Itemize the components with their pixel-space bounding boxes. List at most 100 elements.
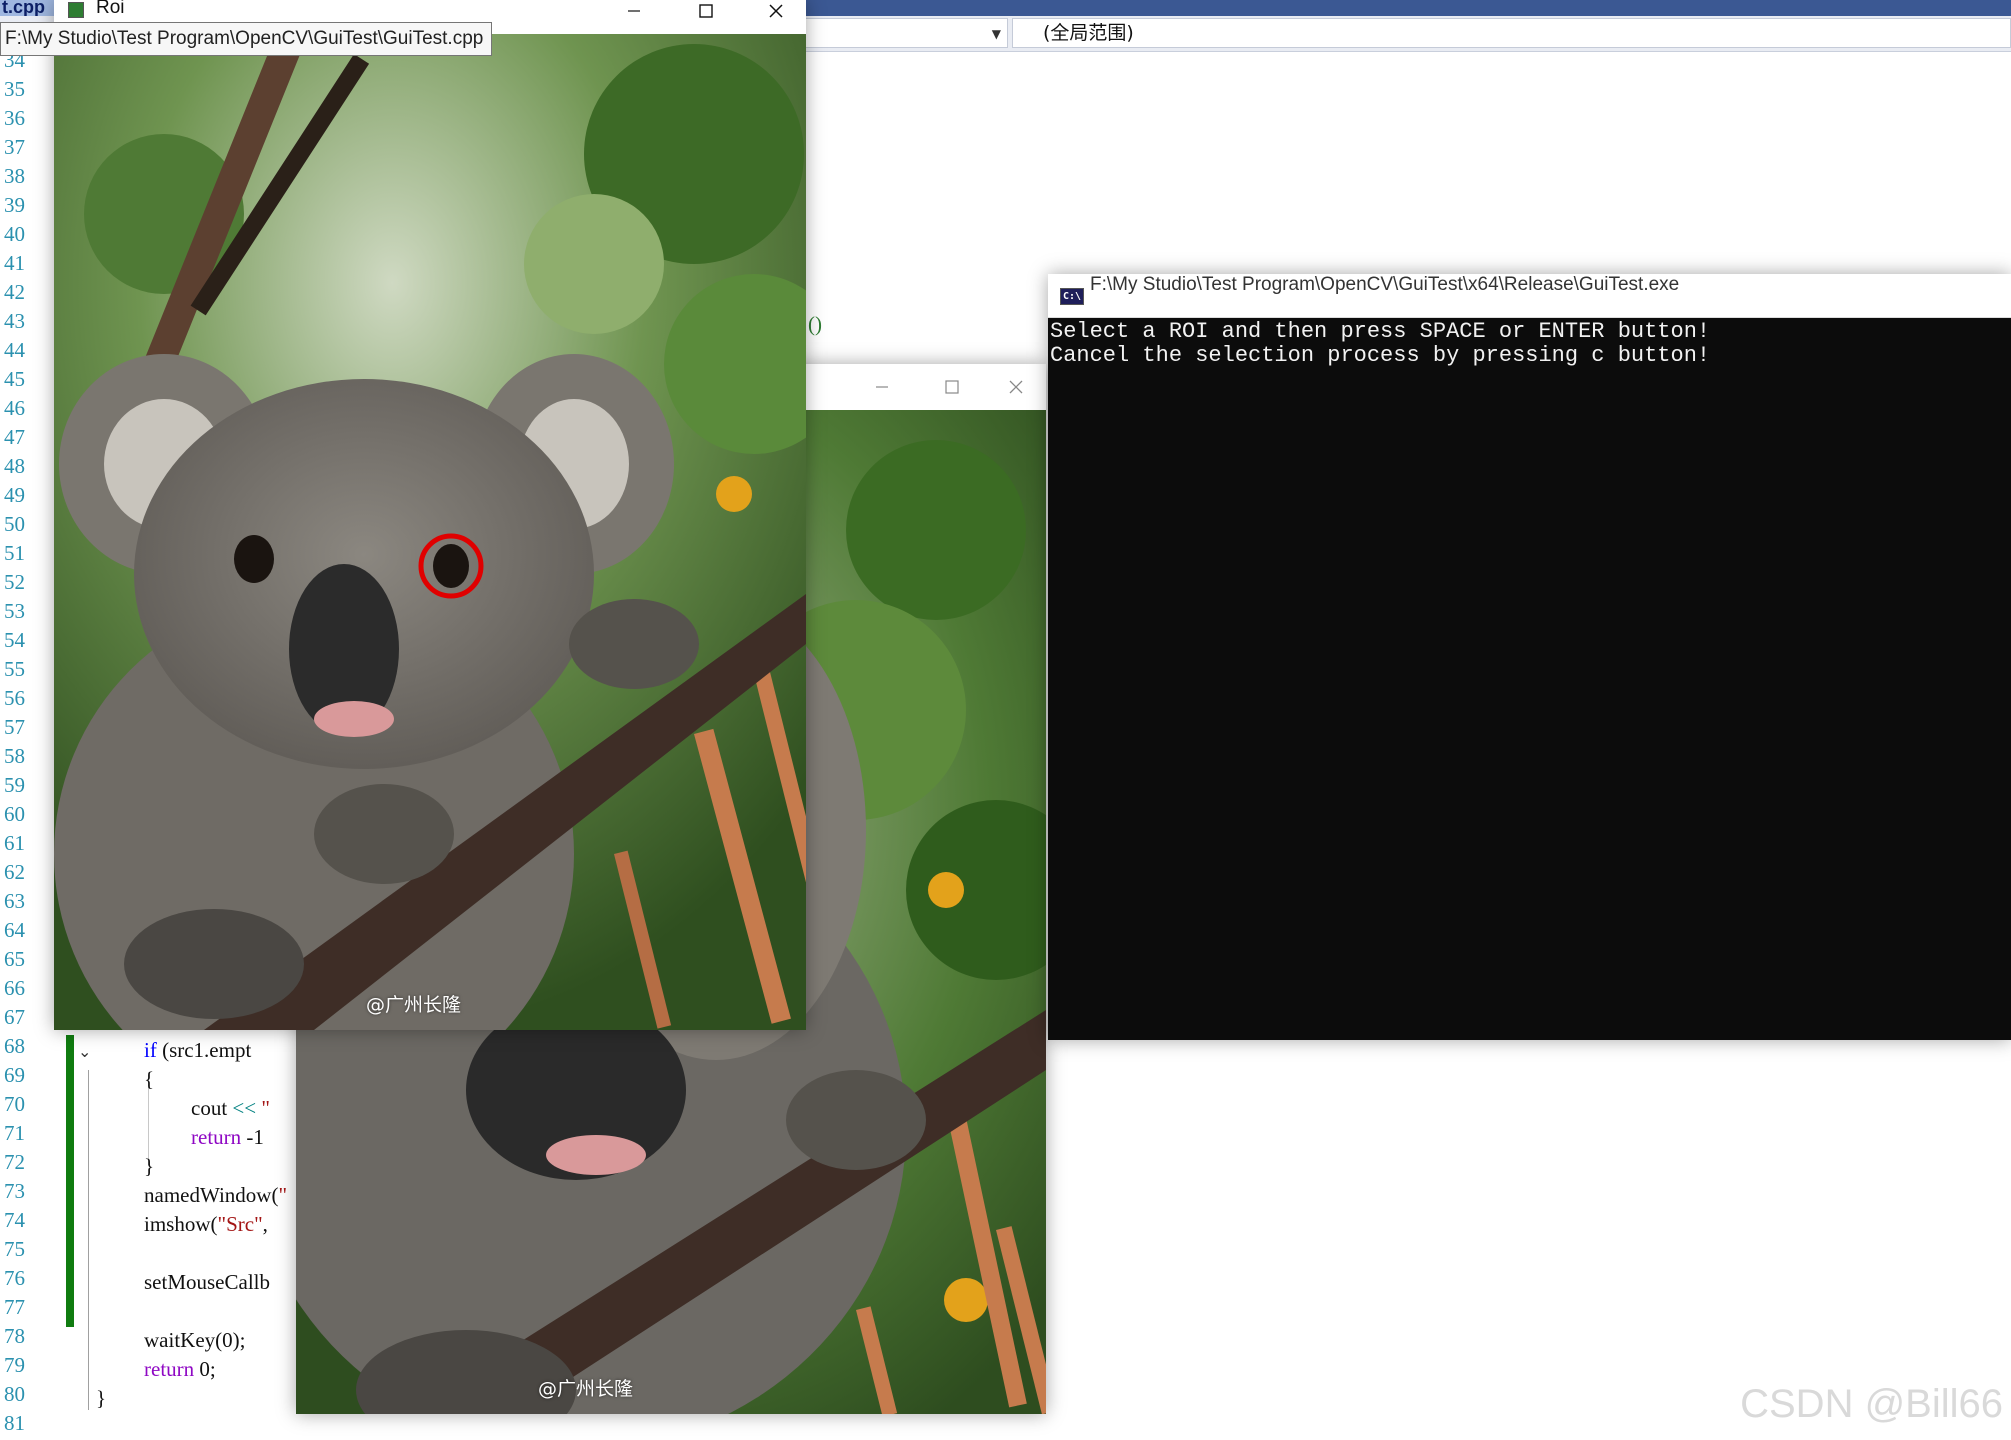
line-number: 75 <box>4 1237 25 1261</box>
line-number: 49 <box>4 483 25 507</box>
line-number: 73 <box>4 1179 25 1203</box>
console-output[interactable]: Select a ROI and then press SPACE or ENT… <box>1048 318 2011 368</box>
line-number: 68 <box>4 1034 25 1058</box>
console-line: Select a ROI and then press SPACE or ENT… <box>1050 319 1711 344</box>
scope-dropdown[interactable]: (全局范围) <box>1012 18 2011 48</box>
line-number: 38 <box>4 164 25 188</box>
code-keyword: if <box>144 1038 157 1062</box>
line-number: 72 <box>4 1150 25 1174</box>
code-text: (src1.empt <box>156 1038 252 1062</box>
line-number-gutter: 34 35 36 37 38 39 40 41 42 43 44 45 46 47 48 49 50 51 52 53… <box>0 48 62 1440</box>
code-string: " <box>278 1183 288 1207</box>
line-number: 52 <box>4 570 25 594</box>
console-app-icon: C:\ <box>1060 288 1084 305</box>
line-number: 44 <box>4 338 25 362</box>
close-button[interactable] <box>746 0 806 22</box>
code-line[interactable]: return 0; <box>144 1357 216 1382</box>
member-dropdown[interactable]: ▼ <box>780 18 1008 48</box>
code-line[interactable]: imshow("Src", <box>144 1212 268 1237</box>
code-text: , <box>262 1212 268 1236</box>
code-operator: << <box>232 1096 257 1120</box>
close-button[interactable] <box>986 364 1046 410</box>
line-number: 47 <box>4 425 25 449</box>
line-number: 54 <box>4 628 25 652</box>
maximize-button[interactable] <box>676 0 736 22</box>
code-line[interactable]: waitKey(0); <box>144 1328 245 1353</box>
line-number: 80 <box>4 1382 25 1406</box>
code-keyword: return <box>191 1125 242 1149</box>
line-number: 42 <box>4 280 25 304</box>
line-number: 64 <box>4 918 25 942</box>
line-number: 79 <box>4 1353 25 1377</box>
code-line[interactable]: namedWindow(" <box>144 1183 287 1208</box>
roi-window-title: Roi <box>96 0 125 18</box>
code-fragment: () <box>808 312 822 336</box>
minimize-button[interactable] <box>852 364 912 410</box>
roi-image-canvas[interactable] <box>54 34 806 1030</box>
line-number: 66 <box>4 976 25 1000</box>
code-line[interactable]: setMouseCallb <box>144 1270 270 1295</box>
console-line: Cancel the selection process by pressing… <box>1050 343 1711 368</box>
line-number: 76 <box>4 1266 25 1290</box>
code-line[interactable]: } <box>144 1154 154 1179</box>
console-title: F:\My Studio\Test Program\OpenCV\GuiTest… <box>1090 274 1680 295</box>
line-number: 39 <box>4 193 25 217</box>
line-number: 37 <box>4 135 25 159</box>
code-line[interactable]: cout << " <box>191 1096 270 1121</box>
line-number: 74 <box>4 1208 25 1232</box>
maximize-icon <box>945 380 959 394</box>
line-number: 57 <box>4 715 25 739</box>
line-number: 46 <box>4 396 25 420</box>
line-number: 53 <box>4 599 25 623</box>
line-number: 60 <box>4 802 25 826</box>
minimize-button[interactable] <box>604 0 664 22</box>
console-titlebar[interactable]: C:\ F:\My Studio\Test Program\OpenCV\Gui… <box>1048 274 2011 318</box>
line-number: 56 <box>4 686 25 710</box>
chevron-down-icon: ▼ <box>991 27 1001 41</box>
console-window[interactable]: C:\ F:\My Studio\Test Program\OpenCV\Gui… <box>1048 274 2011 1040</box>
change-tracking-bar <box>66 1035 74 1327</box>
collapse-chevron-icon[interactable]: ⌄ <box>78 1042 91 1061</box>
line-number: 43 <box>4 309 25 333</box>
line-number: 59 <box>4 773 25 797</box>
code-text: imshow( <box>144 1212 218 1236</box>
csdn-watermark: CSDN @Bill66 <box>1740 1382 2003 1426</box>
line-number: 41 <box>4 251 25 275</box>
koala-photo <box>54 34 806 1030</box>
line-number: 81 <box>4 1411 25 1435</box>
code-string: " <box>256 1096 270 1120</box>
close-icon <box>1009 380 1023 394</box>
maximize-icon <box>699 4 713 18</box>
minimize-icon <box>876 386 888 388</box>
code-text: cout <box>191 1096 233 1120</box>
roi-image-window[interactable]: Roi @广州长隆 <box>54 0 806 1030</box>
close-icon <box>769 4 783 18</box>
editor-file-tab[interactable]: t.cpp <box>0 0 56 16</box>
line-number: 77 <box>4 1295 25 1319</box>
line-number: 45 <box>4 367 25 391</box>
line-number: 65 <box>4 947 25 971</box>
line-number: 67 <box>4 1005 25 1029</box>
code-line[interactable]: { <box>144 1067 154 1092</box>
line-number: 63 <box>4 889 25 913</box>
photo-watermark: @广州长隆 <box>366 994 462 1016</box>
code-keyword: return <box>144 1357 195 1381</box>
line-number: 51 <box>4 541 25 565</box>
code-line[interactable]: return -1 <box>191 1125 264 1150</box>
line-number: 55 <box>4 657 25 681</box>
line-number: 70 <box>4 1092 25 1116</box>
file-path-tooltip: F:\My Studio\Test Program\OpenCV\GuiTest… <box>0 22 493 56</box>
line-number: 69 <box>4 1063 25 1087</box>
line-number: 35 <box>4 77 25 101</box>
code-line[interactable]: } <box>96 1386 106 1411</box>
line-number: 78 <box>4 1324 25 1348</box>
line-number: 62 <box>4 860 25 884</box>
code-text: -1 <box>241 1125 264 1149</box>
code-text: 0; <box>194 1357 216 1381</box>
maximize-button[interactable] <box>922 364 982 410</box>
line-number: 40 <box>4 222 25 246</box>
code-line[interactable]: if (src1.empt <box>144 1038 251 1063</box>
line-number: 61 <box>4 831 25 855</box>
roi-window-titlebar[interactable]: Roi <box>54 0 806 22</box>
code-string: "Src" <box>217 1212 263 1236</box>
